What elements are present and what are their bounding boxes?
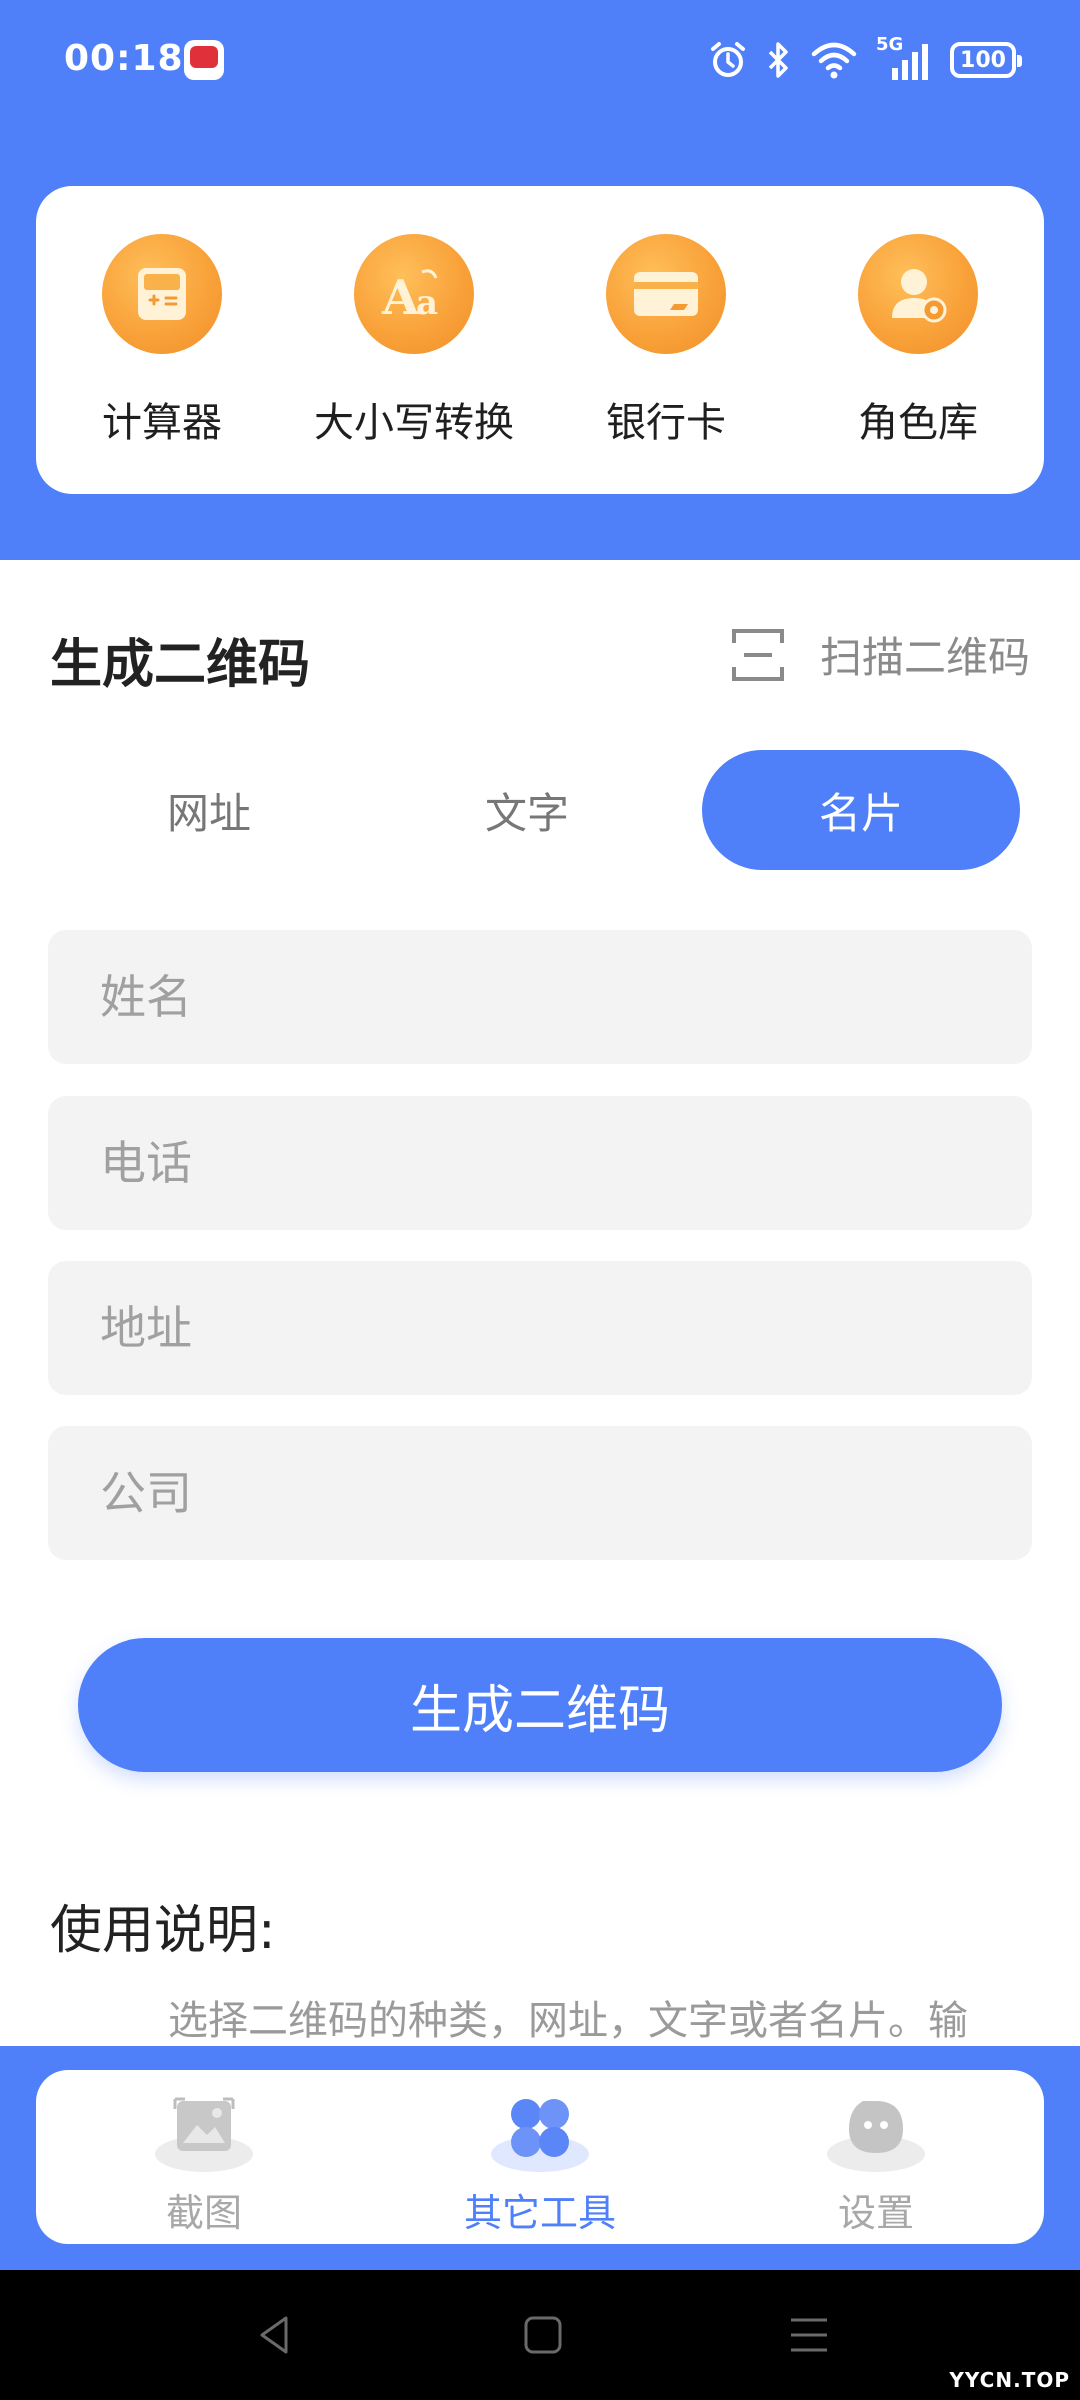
nav-label: 设置 bbox=[837, 2191, 914, 2235]
svg-text:a: a bbox=[416, 283, 438, 323]
tool-text-case[interactable]: A a 大小写转换 bbox=[288, 186, 540, 494]
system-nav-bar: YYCN.TOP bbox=[0, 2270, 1080, 2400]
alarm-icon bbox=[711, 42, 745, 77]
nav-item-screenshot[interactable]: 截图 bbox=[36, 2070, 372, 2244]
notification-app-icon bbox=[184, 40, 224, 80]
scan-qr-label: 扫描二维码 bbox=[819, 633, 1030, 682]
tool-label: 计算器 bbox=[102, 400, 222, 446]
tool-label: 大小写转换 bbox=[314, 400, 514, 446]
nav-item-settings[interactable]: 设置 bbox=[708, 2070, 1044, 2244]
tool-role-library[interactable]: 角色库 bbox=[792, 186, 1044, 494]
battery-level: 100 bbox=[960, 47, 1006, 73]
nav-label: 截图 bbox=[165, 2191, 242, 2235]
name-input[interactable] bbox=[48, 930, 1032, 1064]
screenshot-icon bbox=[149, 2082, 259, 2174]
tool-label: 角色库 bbox=[858, 400, 978, 446]
bluetooth-icon bbox=[768, 42, 788, 78]
settings-face-icon bbox=[821, 2082, 931, 2174]
usage-title: 使用说明: bbox=[50, 1901, 276, 1961]
svg-text:A: A bbox=[381, 270, 420, 326]
phone-input[interactable] bbox=[48, 1096, 1032, 1230]
status-time: 00:18 bbox=[64, 38, 184, 79]
tool-bank-card[interactable]: 银行卡 bbox=[540, 186, 792, 494]
back-icon[interactable] bbox=[252, 2312, 298, 2358]
nav-label: 其它工具 bbox=[463, 2191, 616, 2235]
tool-label: 银行卡 bbox=[606, 400, 726, 446]
menu-icon[interactable] bbox=[786, 2312, 832, 2358]
bottom-nav: 截图 其它工具 设置 bbox=[36, 2070, 1044, 2244]
tools-card: 计算器 A a 大小写转换 银行卡 角色库 bbox=[36, 186, 1044, 494]
text-case-icon: A a bbox=[354, 234, 474, 354]
wifi-icon bbox=[811, 42, 857, 79]
signal-icon: 5G bbox=[876, 34, 932, 82]
qr-type-tabs: 网址 文字 名片 bbox=[50, 750, 1020, 870]
tool-calculator[interactable]: 计算器 bbox=[36, 186, 288, 494]
generate-qr-button[interactable]: 生成二维码 bbox=[78, 1638, 1002, 1772]
scan-qr-button[interactable]: 扫描二维码 bbox=[730, 624, 1030, 685]
calculator-icon bbox=[102, 234, 222, 354]
battery-indicator: 100 bbox=[950, 42, 1022, 78]
address-input[interactable] bbox=[48, 1261, 1032, 1395]
tab-url[interactable]: 网址 bbox=[50, 750, 368, 870]
role-library-icon bbox=[858, 234, 978, 354]
usage-text: 选择二维码的种类，网址，文字或者名片。输 bbox=[168, 1998, 968, 2044]
home-icon[interactable] bbox=[520, 2312, 566, 2358]
bank-card-icon bbox=[606, 234, 726, 354]
tab-text[interactable]: 文字 bbox=[368, 750, 686, 870]
app-screen: 00:18 5G 100 计算器 A a 大小写转换 银行卡 角色库 生成二维码… bbox=[0, 0, 1080, 2400]
company-input[interactable] bbox=[48, 1426, 1032, 1560]
scan-icon bbox=[731, 628, 784, 681]
status-bar: 00:18 5G 100 bbox=[0, 0, 1080, 120]
watermark: YYCN.TOP bbox=[949, 2368, 1070, 2392]
tools-grid-icon bbox=[485, 2082, 595, 2174]
tab-business-card[interactable]: 名片 bbox=[702, 750, 1020, 870]
qr-section-title: 生成二维码 bbox=[50, 635, 311, 695]
nav-item-other-tools[interactable]: 其它工具 bbox=[372, 2070, 708, 2244]
status-icons: 5G 100 bbox=[708, 34, 1022, 86]
